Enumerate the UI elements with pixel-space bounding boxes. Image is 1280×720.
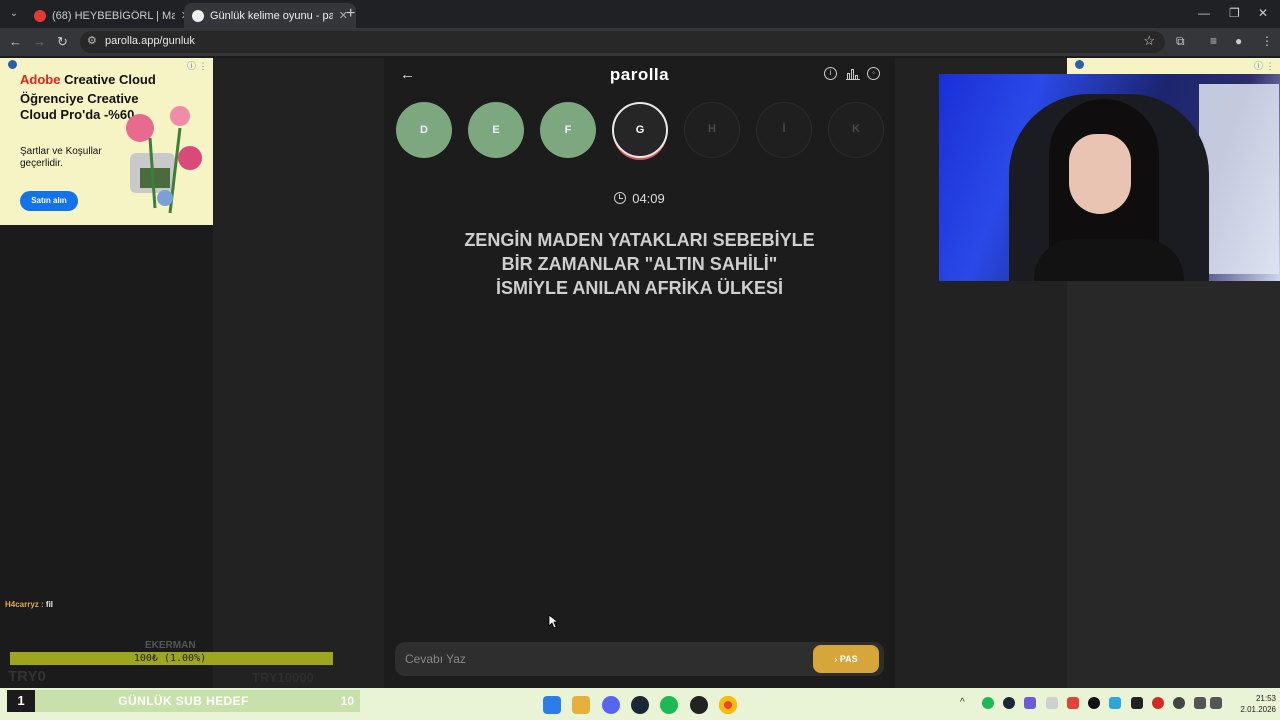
- question-line: ZENGİN MADEN YATAKLARI SEBEBİYLE: [464, 230, 815, 250]
- letter-circle-5: H: [684, 102, 740, 158]
- clock-time: 21:53: [1255, 694, 1276, 703]
- chat-username: H4carryz :: [5, 600, 44, 609]
- site-info-icon[interactable]: ⚙: [87, 34, 97, 47]
- tab-search-button[interactable]: ⌄: [4, 4, 24, 24]
- ad-banner-right[interactable]: ⓘ ⋮: [1067, 58, 1280, 74]
- volume-icon[interactable]: [1210, 697, 1222, 709]
- microphone-icon[interactable]: [1173, 697, 1185, 709]
- pass-button[interactable]: › PAS: [813, 645, 879, 673]
- page-margin-left: [213, 58, 384, 688]
- letter-circle-6: İ: [756, 102, 812, 158]
- clock-icon: [614, 192, 627, 204]
- letter-circle-7: K: [828, 102, 884, 158]
- webcam-streamer-body: [1034, 239, 1184, 281]
- game-panel: ← parolla i ◦ DEFGHİK 04:09 ZENGİN MADEN…: [384, 58, 895, 688]
- reload-icon[interactable]: ↻: [57, 34, 68, 50]
- tab-bar: ⌄ (68) HEYBEBİGÖRL | Madara Ol ✕ Günlük …: [0, 0, 1280, 28]
- parolla-favicon-icon: [192, 9, 204, 22]
- letter-circle-3: F: [540, 102, 596, 158]
- donation-min: TRY0: [8, 668, 46, 685]
- stats-icon[interactable]: [846, 68, 860, 80]
- donation-progress-text: 100₺ (1.00%): [133, 653, 207, 664]
- question-line: BİR ZAMANLAR "ALTIN SAHİLİ": [501, 254, 778, 274]
- ad-banner-left[interactable]: Adobe Creative Cloud Öğrenciye Creative …: [0, 58, 213, 225]
- system-clock[interactable]: 21:53 2.01.2026: [1226, 693, 1276, 715]
- tab-title: (68) HEYBEBİGÖRL | Madara Ol: [52, 9, 175, 22]
- letter-circle-1: D: [396, 102, 452, 158]
- tray-app-icon[interactable]: [1046, 697, 1058, 709]
- sub-goal-bar: GÜNLÜK SUB HEDEF 1 10: [7, 690, 360, 712]
- ad-info-icon[interactable]: ⓘ ⋮: [187, 59, 208, 72]
- tray-shield-icon[interactable]: [1067, 697, 1079, 709]
- donation-progress-bar: 100₺ (1.00%): [7, 652, 333, 665]
- close-window-icon[interactable]: ✕: [1258, 6, 1268, 20]
- new-tab-icon[interactable]: +: [346, 5, 355, 23]
- windows-start-icon[interactable]: [543, 696, 561, 714]
- ad-logo-icon: [8, 60, 17, 69]
- minimize-icon[interactable]: —: [1198, 6, 1210, 20]
- tray-terminal-icon[interactable]: [1131, 697, 1143, 709]
- question-text: ZENGİN MADEN YATAKLARI SEBEBİYLE BİR ZAM…: [414, 228, 865, 300]
- profile-icon[interactable]: ◦: [867, 67, 880, 80]
- tab-youtube[interactable]: (68) HEYBEBİGÖRL | Madara Ol ✕: [26, 3, 198, 28]
- tab-title: Günlük kelime oyunu - parolla: [210, 9, 333, 22]
- chrome-icon[interactable]: [719, 696, 737, 714]
- tray-chevron-icon[interactable]: ^: [960, 697, 972, 709]
- ad-brand: Adobe Creative Cloud: [20, 72, 156, 87]
- discord-icon[interactable]: [602, 696, 620, 714]
- tray-obs-icon[interactable]: [1088, 697, 1100, 709]
- mouse-cursor-icon: [548, 614, 558, 629]
- tab-parolla[interactable]: Günlük kelime oyunu - parolla ✕: [184, 3, 356, 28]
- profile-icon[interactable]: ●: [1235, 34, 1242, 48]
- clock-date: 2.01.2026: [1240, 705, 1276, 714]
- answer-input[interactable]: [405, 650, 795, 668]
- timer: 04:09: [384, 191, 895, 206]
- taskbar: GÜNLÜK SUB HEDEF 1 10 ^ 21:53 2.01.2026: [0, 688, 1280, 720]
- media-control-icon[interactable]: ≡: [1210, 34, 1217, 48]
- chat-text: fil: [43, 600, 54, 609]
- tray-record-icon[interactable]: [1152, 697, 1164, 709]
- timer-value: 04:09: [632, 191, 665, 206]
- file-explorer-icon[interactable]: [572, 696, 590, 714]
- browser-toolbar: ← → ↻ ⚙ parolla.app/gunluk ☆ ⧉ ≡ ● ⋮: [0, 28, 1280, 56]
- question-line: İSMİYLE ANILAN AFRİKA ÜLKESİ: [496, 278, 783, 298]
- donation-label: EKERMAN: [145, 640, 196, 651]
- ad-flower-illustration: [126, 106, 202, 214]
- back-icon[interactable]: ←: [9, 34, 22, 49]
- menu-icon[interactable]: ⋮: [1261, 34, 1273, 48]
- app-logo: parolla: [609, 65, 670, 84]
- spotify-icon[interactable]: [660, 696, 678, 714]
- chat-message: H4carryz : fil: [5, 600, 53, 609]
- obs-icon[interactable]: [690, 696, 708, 714]
- letter-circle-2: E: [468, 102, 524, 158]
- sub-goal-target: 10: [340, 694, 354, 708]
- restore-icon[interactable]: ❐: [1229, 6, 1240, 20]
- letter-circle-4: G: [612, 102, 668, 158]
- donation-max: TRY10000: [252, 670, 314, 685]
- extensions-icon[interactable]: ⧉: [1176, 34, 1185, 49]
- ad-terms: Şartlar ve Koşullar geçerlidir.: [20, 146, 102, 169]
- steam-icon[interactable]: [631, 696, 649, 714]
- tray-steam-icon[interactable]: [1003, 697, 1015, 709]
- answer-bar: › PAS: [395, 642, 884, 676]
- ad-info-icon[interactable]: ⓘ ⋮: [1254, 59, 1275, 72]
- webcam-background-window: [1199, 84, 1279, 274]
- address-bar[interactable]: ⚙ parolla.app/gunluk ☆: [80, 31, 1165, 53]
- left-sidebar: [0, 225, 213, 688]
- ad-logo-icon: [1075, 60, 1084, 69]
- tray-network-app-icon[interactable]: [1109, 697, 1121, 709]
- sub-goal-label: GÜNLÜK SUB HEDEF: [118, 694, 249, 708]
- sub-goal-count: 1: [7, 690, 35, 712]
- forward-icon[interactable]: →: [33, 34, 46, 49]
- youtube-icon: [34, 9, 46, 22]
- display-icon[interactable]: [1194, 697, 1206, 709]
- info-icon[interactable]: i: [824, 67, 837, 80]
- tray-pen-icon[interactable]: [1024, 697, 1036, 709]
- ad-buy-button[interactable]: Satın alın: [20, 191, 78, 211]
- url-text: parolla.app/gunluk: [105, 35, 195, 47]
- webcam-streamer-face: [1069, 134, 1131, 214]
- tray-spotify-icon[interactable]: [982, 697, 994, 709]
- webcam-overlay: [939, 74, 1280, 281]
- bookmark-star-icon[interactable]: ☆: [1143, 33, 1155, 49]
